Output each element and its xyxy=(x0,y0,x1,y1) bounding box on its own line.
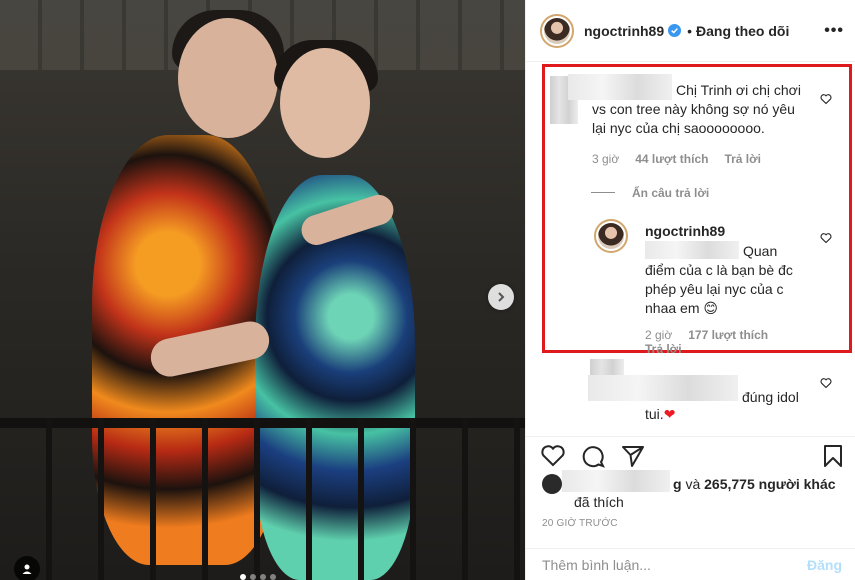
carousel-dots xyxy=(240,574,276,580)
like-comment-heart-icon[interactable] xyxy=(820,93,832,105)
redacted-mention xyxy=(645,241,739,259)
reply-text: Quan xyxy=(743,243,778,259)
likes-others[interactable]: người khác xyxy=(759,476,836,492)
user-tag-button[interactable] xyxy=(14,556,40,580)
likes-count[interactable]: 265,775 xyxy=(704,476,755,492)
carousel-dot xyxy=(240,574,246,580)
comments-list: Chị Trinh ơi chị chơi vs con tree này kh… xyxy=(526,62,855,436)
post-comment-button[interactable]: Đăng xyxy=(807,557,842,573)
liked-label: đã thích xyxy=(574,494,624,510)
comment-bubble-icon[interactable] xyxy=(580,443,606,469)
avatar xyxy=(542,474,562,494)
reply-time: 2 giờ xyxy=(645,328,673,342)
chevron-right-icon xyxy=(498,292,505,302)
instagram-post: ngoctrinh89 • Đang theo dõi ••• Chị Trinh… xyxy=(0,0,855,580)
reply-button[interactable]: Trả lời xyxy=(724,152,761,166)
reply-username[interactable]: ngoctrinh89 xyxy=(645,223,725,239)
follow-status-label: Đang theo dõi xyxy=(696,22,790,39)
verified-badge-icon xyxy=(668,24,682,37)
follow-status[interactable]: • Đang theo dõi xyxy=(687,23,789,39)
carousel-dot xyxy=(260,574,266,580)
avatar[interactable] xyxy=(594,219,628,253)
hide-replies-button[interactable]: Ẩn câu trả lời xyxy=(632,186,709,200)
person-right-face xyxy=(280,48,370,158)
next-photo-button[interactable] xyxy=(488,284,514,310)
comment-text: tui.❤ xyxy=(645,405,675,424)
reply-text: điểm của c là bạn bè đc xyxy=(645,262,793,278)
comment-likes[interactable]: 44 lượt thích xyxy=(635,152,708,166)
like-reply-heart-icon[interactable] xyxy=(820,232,832,244)
person-left-face xyxy=(178,18,278,138)
comment-text: lại nyc của chị saoooooooo. xyxy=(592,120,765,136)
more-options-icon[interactable]: ••• xyxy=(824,22,844,40)
likes-and: và xyxy=(685,476,701,492)
comment-input[interactable] xyxy=(542,556,807,573)
comment-time: 3 giờ xyxy=(592,152,620,166)
post-photo xyxy=(0,0,525,580)
red-heart-icon: ❤ xyxy=(663,406,676,422)
divider-line xyxy=(591,192,615,193)
comment-text: đúng idol xyxy=(742,389,799,405)
carousel-dot xyxy=(250,574,256,580)
comment-text-line: tui. xyxy=(645,406,664,422)
bookmark-icon[interactable] xyxy=(820,443,846,469)
reply-meta: 2 giờ 177 lượt thích xyxy=(645,328,768,342)
separator-dot: • xyxy=(687,22,693,39)
likes-summary: g và 265,775 người khác xyxy=(542,474,836,494)
share-send-icon[interactable] xyxy=(620,443,646,469)
comment-text: Chị Trinh ơi chị chơi xyxy=(676,82,801,98)
reply-likes[interactable]: 177 lượt thích xyxy=(688,328,768,342)
avatar[interactable] xyxy=(540,13,574,48)
reply-button[interactable]: Trả lời xyxy=(645,342,682,356)
header-username[interactable]: ngoctrinh89 xyxy=(584,23,664,39)
carousel-dot xyxy=(270,574,276,580)
comment-meta: 3 giờ 44 lượt thích Trả lời xyxy=(592,152,761,166)
person-icon xyxy=(22,564,32,574)
reply-text: phép yêu lại nyc của c xyxy=(645,281,784,297)
redacted-username xyxy=(568,74,672,100)
post-timestamp[interactable]: 20 GIỜ TRƯỚC xyxy=(542,518,618,529)
post-header: ngoctrinh89 • Đang theo dõi ••• xyxy=(526,0,855,62)
add-comment-bar: Đăng xyxy=(526,548,855,580)
reply-meta-2: Trả lời xyxy=(645,342,682,356)
comment-text: vs con tree này không sợ nó yêu xyxy=(592,101,795,117)
like-heart-icon[interactable] xyxy=(540,443,566,469)
photo-railing xyxy=(0,418,525,580)
redacted-username xyxy=(588,375,738,401)
like-comment-heart-icon[interactable] xyxy=(820,377,832,389)
post-sidebar: ngoctrinh89 • Đang theo dõi ••• Chị Trinh… xyxy=(525,0,855,580)
liker-name-end[interactable]: g xyxy=(673,476,682,492)
reply-text: nhaa em 😊 xyxy=(645,300,718,316)
